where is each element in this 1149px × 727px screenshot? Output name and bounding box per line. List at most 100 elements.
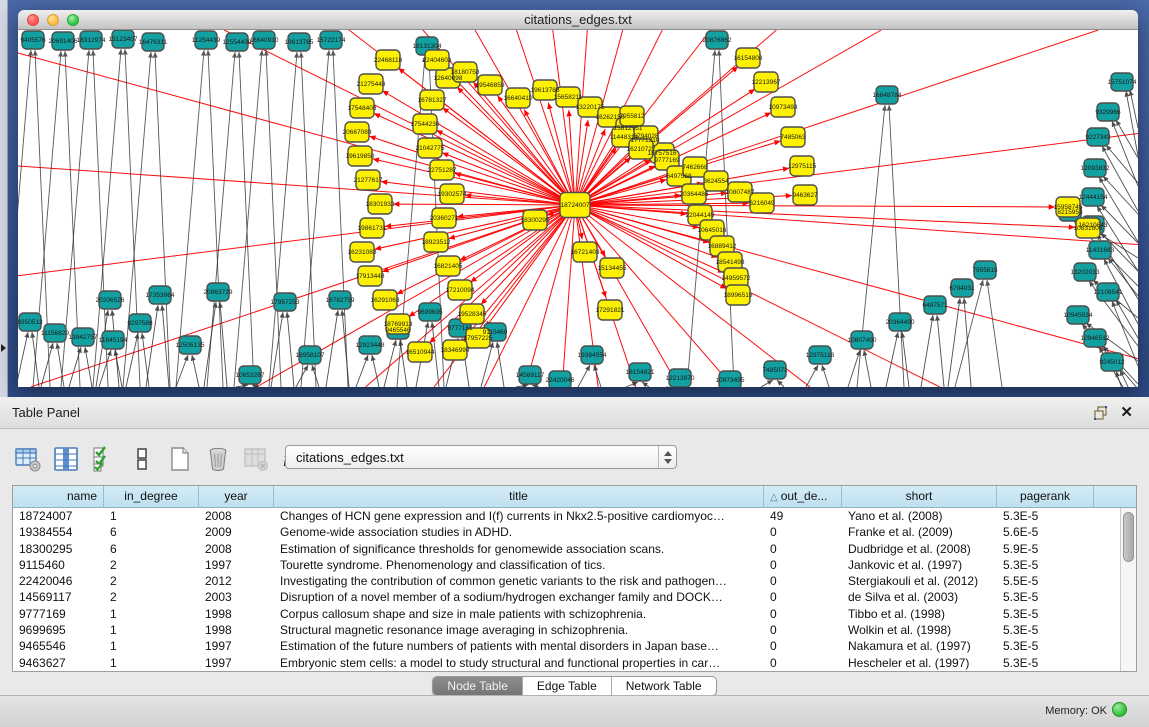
- cell-in_degree[interactable]: 1: [104, 638, 199, 654]
- cell-name[interactable]: 9465546: [13, 638, 104, 654]
- cell-title[interactable]: Changes of HCN gene expression and I(f) …: [274, 508, 764, 524]
- new-table-icon[interactable]: [166, 445, 194, 473]
- cell-short[interactable]: Wolkin et al. (1998): [842, 622, 997, 638]
- cell-in_degree[interactable]: 1: [104, 622, 199, 638]
- vertical-scrollbar[interactable]: [1120, 508, 1136, 671]
- table-row[interactable]: 946554611997Estimation of the future num…: [13, 638, 1120, 654]
- cell-out_de[interactable]: 0: [764, 655, 842, 671]
- cell-out_de[interactable]: 0: [764, 541, 842, 557]
- cell-short[interactable]: Franke et al. (2009): [842, 524, 997, 540]
- cell-pagerank[interactable]: 5.3E-5: [997, 638, 1094, 654]
- cell-name[interactable]: 22420046: [13, 573, 104, 589]
- cell-name[interactable]: 9777169: [13, 606, 104, 622]
- cell-in_degree[interactable]: 1: [104, 655, 199, 671]
- cell-year[interactable]: 2009: [199, 524, 274, 540]
- cell-in_degree[interactable]: 2: [104, 573, 199, 589]
- column-visibility-icon[interactable]: [52, 445, 80, 473]
- cell-name[interactable]: 14569117: [13, 589, 104, 605]
- cell-year[interactable]: 2012: [199, 573, 274, 589]
- column-header-title[interactable]: title: [274, 486, 764, 507]
- cell-title[interactable]: Genome-wide association studies in ADHD.: [274, 524, 764, 540]
- cell-pagerank[interactable]: 5.3E-5: [997, 655, 1094, 671]
- cell-in_degree[interactable]: 6: [104, 524, 199, 540]
- cell-pagerank[interactable]: 5.6E-5: [997, 524, 1094, 540]
- table-row[interactable]: 969969511998Structural magnetic resonanc…: [13, 622, 1120, 638]
- cell-name[interactable]: 9463627: [13, 655, 104, 671]
- tab-node-table[interactable]: Node Table: [433, 677, 523, 695]
- memory-status-indicator[interactable]: [1112, 702, 1127, 717]
- column-header-pagerank[interactable]: pagerank: [997, 486, 1094, 507]
- cell-pagerank[interactable]: 5.3E-5: [997, 557, 1094, 573]
- cell-title[interactable]: Disruption of a novel member of a sodium…: [274, 589, 764, 605]
- cell-name[interactable]: 18724007: [13, 508, 104, 524]
- table-row[interactable]: 1456911722003Disruption of a novel membe…: [13, 589, 1120, 605]
- table-row[interactable]: 1830029562008Estimation of significance …: [13, 541, 1120, 557]
- close-icon[interactable]: ✕: [1120, 403, 1133, 421]
- tab-network-table[interactable]: Network Table: [612, 677, 716, 695]
- delete-table-icon[interactable]: [204, 445, 232, 473]
- cell-out_de[interactable]: 0: [764, 622, 842, 638]
- column-header-out_de[interactable]: △out_de...: [764, 486, 842, 507]
- cell-out_de[interactable]: 49: [764, 508, 842, 524]
- column-header-name[interactable]: name: [13, 486, 104, 507]
- panel-collapse-arrow-icon[interactable]: [1, 344, 6, 352]
- cell-pagerank[interactable]: 5.9E-5: [997, 541, 1094, 557]
- cell-in_degree[interactable]: 1: [104, 508, 199, 524]
- row-height-icon[interactable]: [128, 445, 156, 473]
- cell-title[interactable]: Tourette syndrome. Phenomenology and cla…: [274, 557, 764, 573]
- table-row[interactable]: 977716911998Corpus callosum shape and si…: [13, 606, 1120, 622]
- cell-pagerank[interactable]: 5.3E-5: [997, 508, 1094, 524]
- cell-short[interactable]: Jankovic et al. (1997): [842, 557, 997, 573]
- cell-in_degree[interactable]: 6: [104, 541, 199, 557]
- scrollbar-thumb[interactable]: [1123, 512, 1134, 562]
- cell-short[interactable]: Stergiakouli et al. (2012): [842, 573, 997, 589]
- cell-year[interactable]: 1997: [199, 557, 274, 573]
- cell-out_de[interactable]: 0: [764, 638, 842, 654]
- cell-pagerank[interactable]: 5.3E-5: [997, 622, 1094, 638]
- table-row[interactable]: 911546021997Tourette syndrome. Phenomeno…: [13, 557, 1120, 573]
- window-titlebar[interactable]: citations_edges.txt: [18, 10, 1138, 30]
- cell-name[interactable]: 19384554: [13, 524, 104, 540]
- network-canvas[interactable]: 9405576206914061831297415123407164763111…: [18, 30, 1138, 387]
- table-row[interactable]: 1872400712008Changes of HCN gene express…: [13, 508, 1120, 524]
- cell-title[interactable]: Embryonic stem cells: a model to study s…: [274, 655, 764, 671]
- cell-pagerank[interactable]: 5.3E-5: [997, 606, 1094, 622]
- table-row[interactable]: 946362711997Embryonic stem cells: a mode…: [13, 655, 1120, 671]
- cell-year[interactable]: 1997: [199, 655, 274, 671]
- cell-short[interactable]: Tibbo et al. (1998): [842, 606, 997, 622]
- cell-year[interactable]: 2008: [199, 541, 274, 557]
- cell-out_de[interactable]: 0: [764, 573, 842, 589]
- cell-name[interactable]: 9699695: [13, 622, 104, 638]
- cell-pagerank[interactable]: 5.5E-5: [997, 573, 1094, 589]
- cell-name[interactable]: 9115460: [13, 557, 104, 573]
- cell-short[interactable]: de Silva et al. (2003): [842, 589, 997, 605]
- cell-pagerank[interactable]: 5.3E-5: [997, 589, 1094, 605]
- cell-in_degree[interactable]: 2: [104, 557, 199, 573]
- cell-title[interactable]: Investigating the contribution of common…: [274, 573, 764, 589]
- select-rows-icon[interactable]: [90, 445, 118, 473]
- cell-short[interactable]: Yano et al. (2008): [842, 508, 997, 524]
- cell-out_de[interactable]: 0: [764, 606, 842, 622]
- cell-out_de[interactable]: 0: [764, 524, 842, 540]
- cell-year[interactable]: 1997: [199, 638, 274, 654]
- cell-short[interactable]: Hescheler et al. (1997): [842, 655, 997, 671]
- table-selector-dropdown[interactable]: citations_edges.txt: [285, 445, 677, 469]
- column-header-short[interactable]: short: [842, 486, 997, 507]
- cell-title[interactable]: Structural magnetic resonance image aver…: [274, 622, 764, 638]
- import-table-icon[interactable]: [242, 445, 270, 473]
- cell-short[interactable]: Dudbridge et al. (2008): [842, 541, 997, 557]
- table-row[interactable]: 2242004622012Investigating the contribut…: [13, 573, 1120, 589]
- cell-title[interactable]: Estimation of the future numbers of pati…: [274, 638, 764, 654]
- cell-title[interactable]: Estimation of significance thresholds fo…: [274, 541, 764, 557]
- cell-out_de[interactable]: 0: [764, 589, 842, 605]
- cell-short[interactable]: Nakamura et al. (1997): [842, 638, 997, 654]
- column-header-in_degree[interactable]: in_degree: [104, 486, 199, 507]
- cell-year[interactable]: 2003: [199, 589, 274, 605]
- cell-in_degree[interactable]: 2: [104, 589, 199, 605]
- cell-year[interactable]: 1998: [199, 606, 274, 622]
- column-header-year[interactable]: year: [199, 486, 274, 507]
- cell-year[interactable]: 2008: [199, 508, 274, 524]
- float-window-icon[interactable]: [1093, 405, 1109, 421]
- cell-out_de[interactable]: 0: [764, 557, 842, 573]
- tab-edge-table[interactable]: Edge Table: [523, 677, 612, 695]
